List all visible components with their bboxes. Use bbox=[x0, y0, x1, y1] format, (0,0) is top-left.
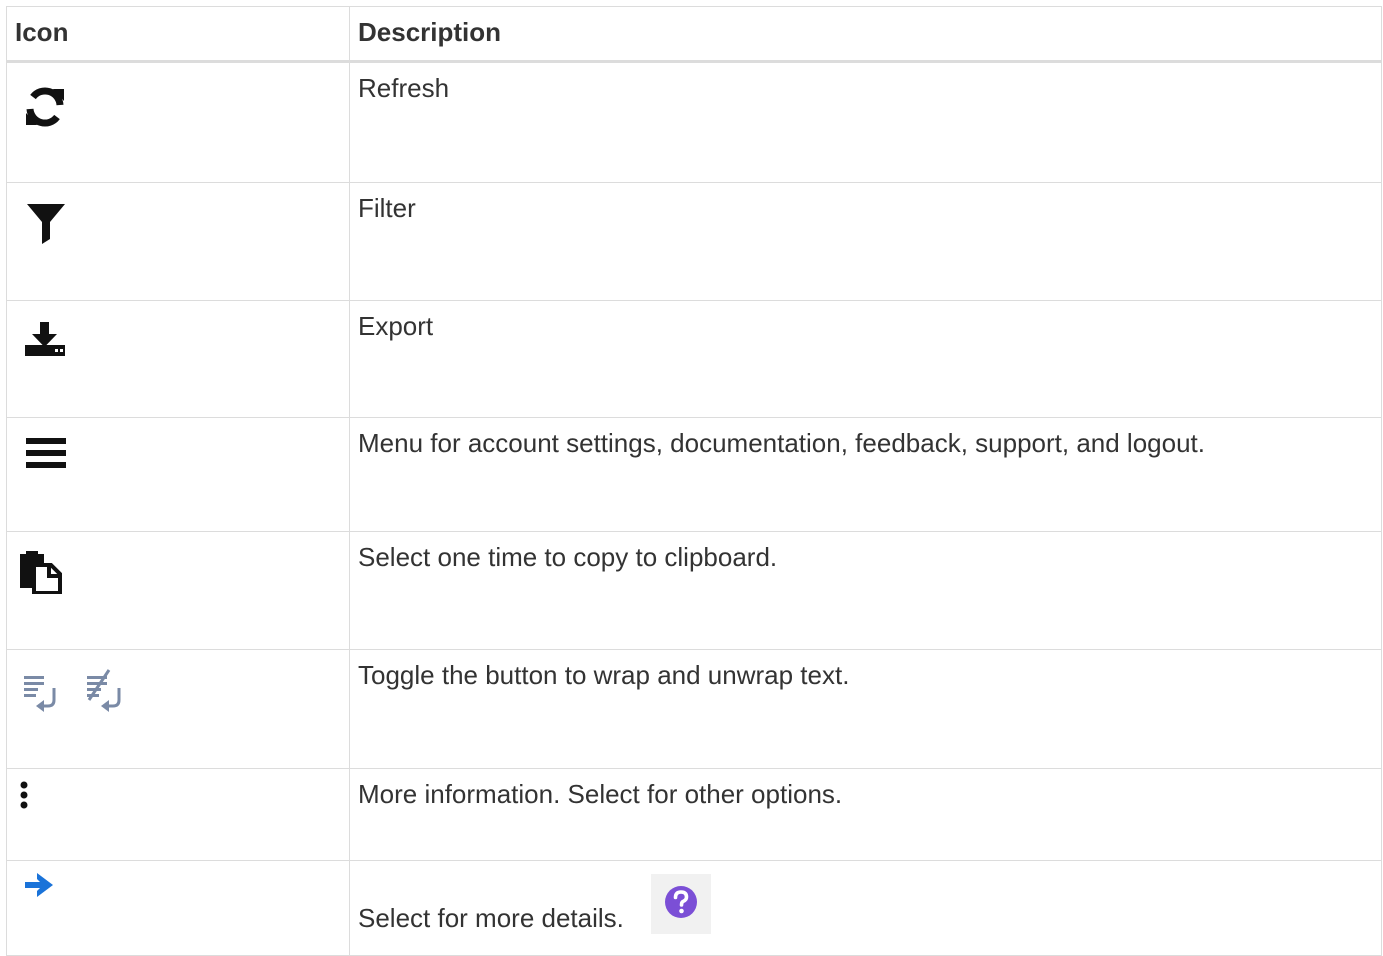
icon-cell bbox=[6, 61, 350, 183]
icon-cell bbox=[6, 768, 350, 861]
description-cell: Menu for account settings, documentation… bbox=[349, 417, 1382, 532]
table-row: Select for more details. bbox=[6, 860, 1382, 956]
description-cell: More information. Select for other optio… bbox=[349, 768, 1382, 861]
icon-cell bbox=[6, 649, 350, 769]
icon-description-table: Icon Description Refresh Filter Export M… bbox=[6, 6, 1382, 956]
icon-column-header: Icon bbox=[6, 6, 350, 63]
description-text: Select for more details. bbox=[358, 903, 624, 933]
unwrap-text-icon[interactable] bbox=[83, 668, 127, 712]
icon-cell bbox=[6, 531, 350, 650]
description-cell: Select one time to copy to clipboard. bbox=[349, 531, 1382, 650]
export-icon bbox=[25, 322, 65, 356]
icon-cell bbox=[6, 300, 350, 418]
help-question-icon[interactable] bbox=[663, 884, 699, 920]
description-cell: Refresh bbox=[349, 61, 1382, 183]
help-icon-box[interactable] bbox=[651, 874, 711, 934]
refresh-icon bbox=[26, 87, 64, 127]
wrap-text-icon[interactable] bbox=[22, 672, 62, 716]
icon-cell bbox=[6, 182, 350, 301]
description-cell: Toggle the button to wrap and unwrap tex… bbox=[349, 649, 1382, 769]
table-row: Toggle the button to wrap and unwrap tex… bbox=[6, 649, 1382, 769]
vertical-ellipsis-icon[interactable] bbox=[19, 781, 29, 811]
table-header-row: Icon Description bbox=[6, 6, 1382, 63]
table-row: Refresh bbox=[6, 61, 1382, 183]
icon-cell bbox=[6, 860, 350, 956]
arrow-right-icon[interactable] bbox=[23, 871, 55, 899]
table-row: Select one time to copy to clipboard. bbox=[6, 531, 1382, 650]
table-row: More information. Select for other optio… bbox=[6, 768, 1382, 861]
filter-icon bbox=[27, 204, 65, 244]
table-row: Export bbox=[6, 300, 1382, 418]
hamburger-menu-icon bbox=[26, 438, 66, 468]
icon-cell bbox=[6, 417, 350, 532]
description-cell: Select for more details. bbox=[349, 860, 1382, 956]
description-column-header: Description bbox=[349, 6, 1382, 63]
table-row: Filter bbox=[6, 182, 1382, 301]
table-row: Menu for account settings, documentation… bbox=[6, 417, 1382, 532]
copy-clipboard-icon bbox=[20, 551, 62, 594]
description-cell: Export bbox=[349, 300, 1382, 418]
description-cell: Filter bbox=[349, 182, 1382, 301]
